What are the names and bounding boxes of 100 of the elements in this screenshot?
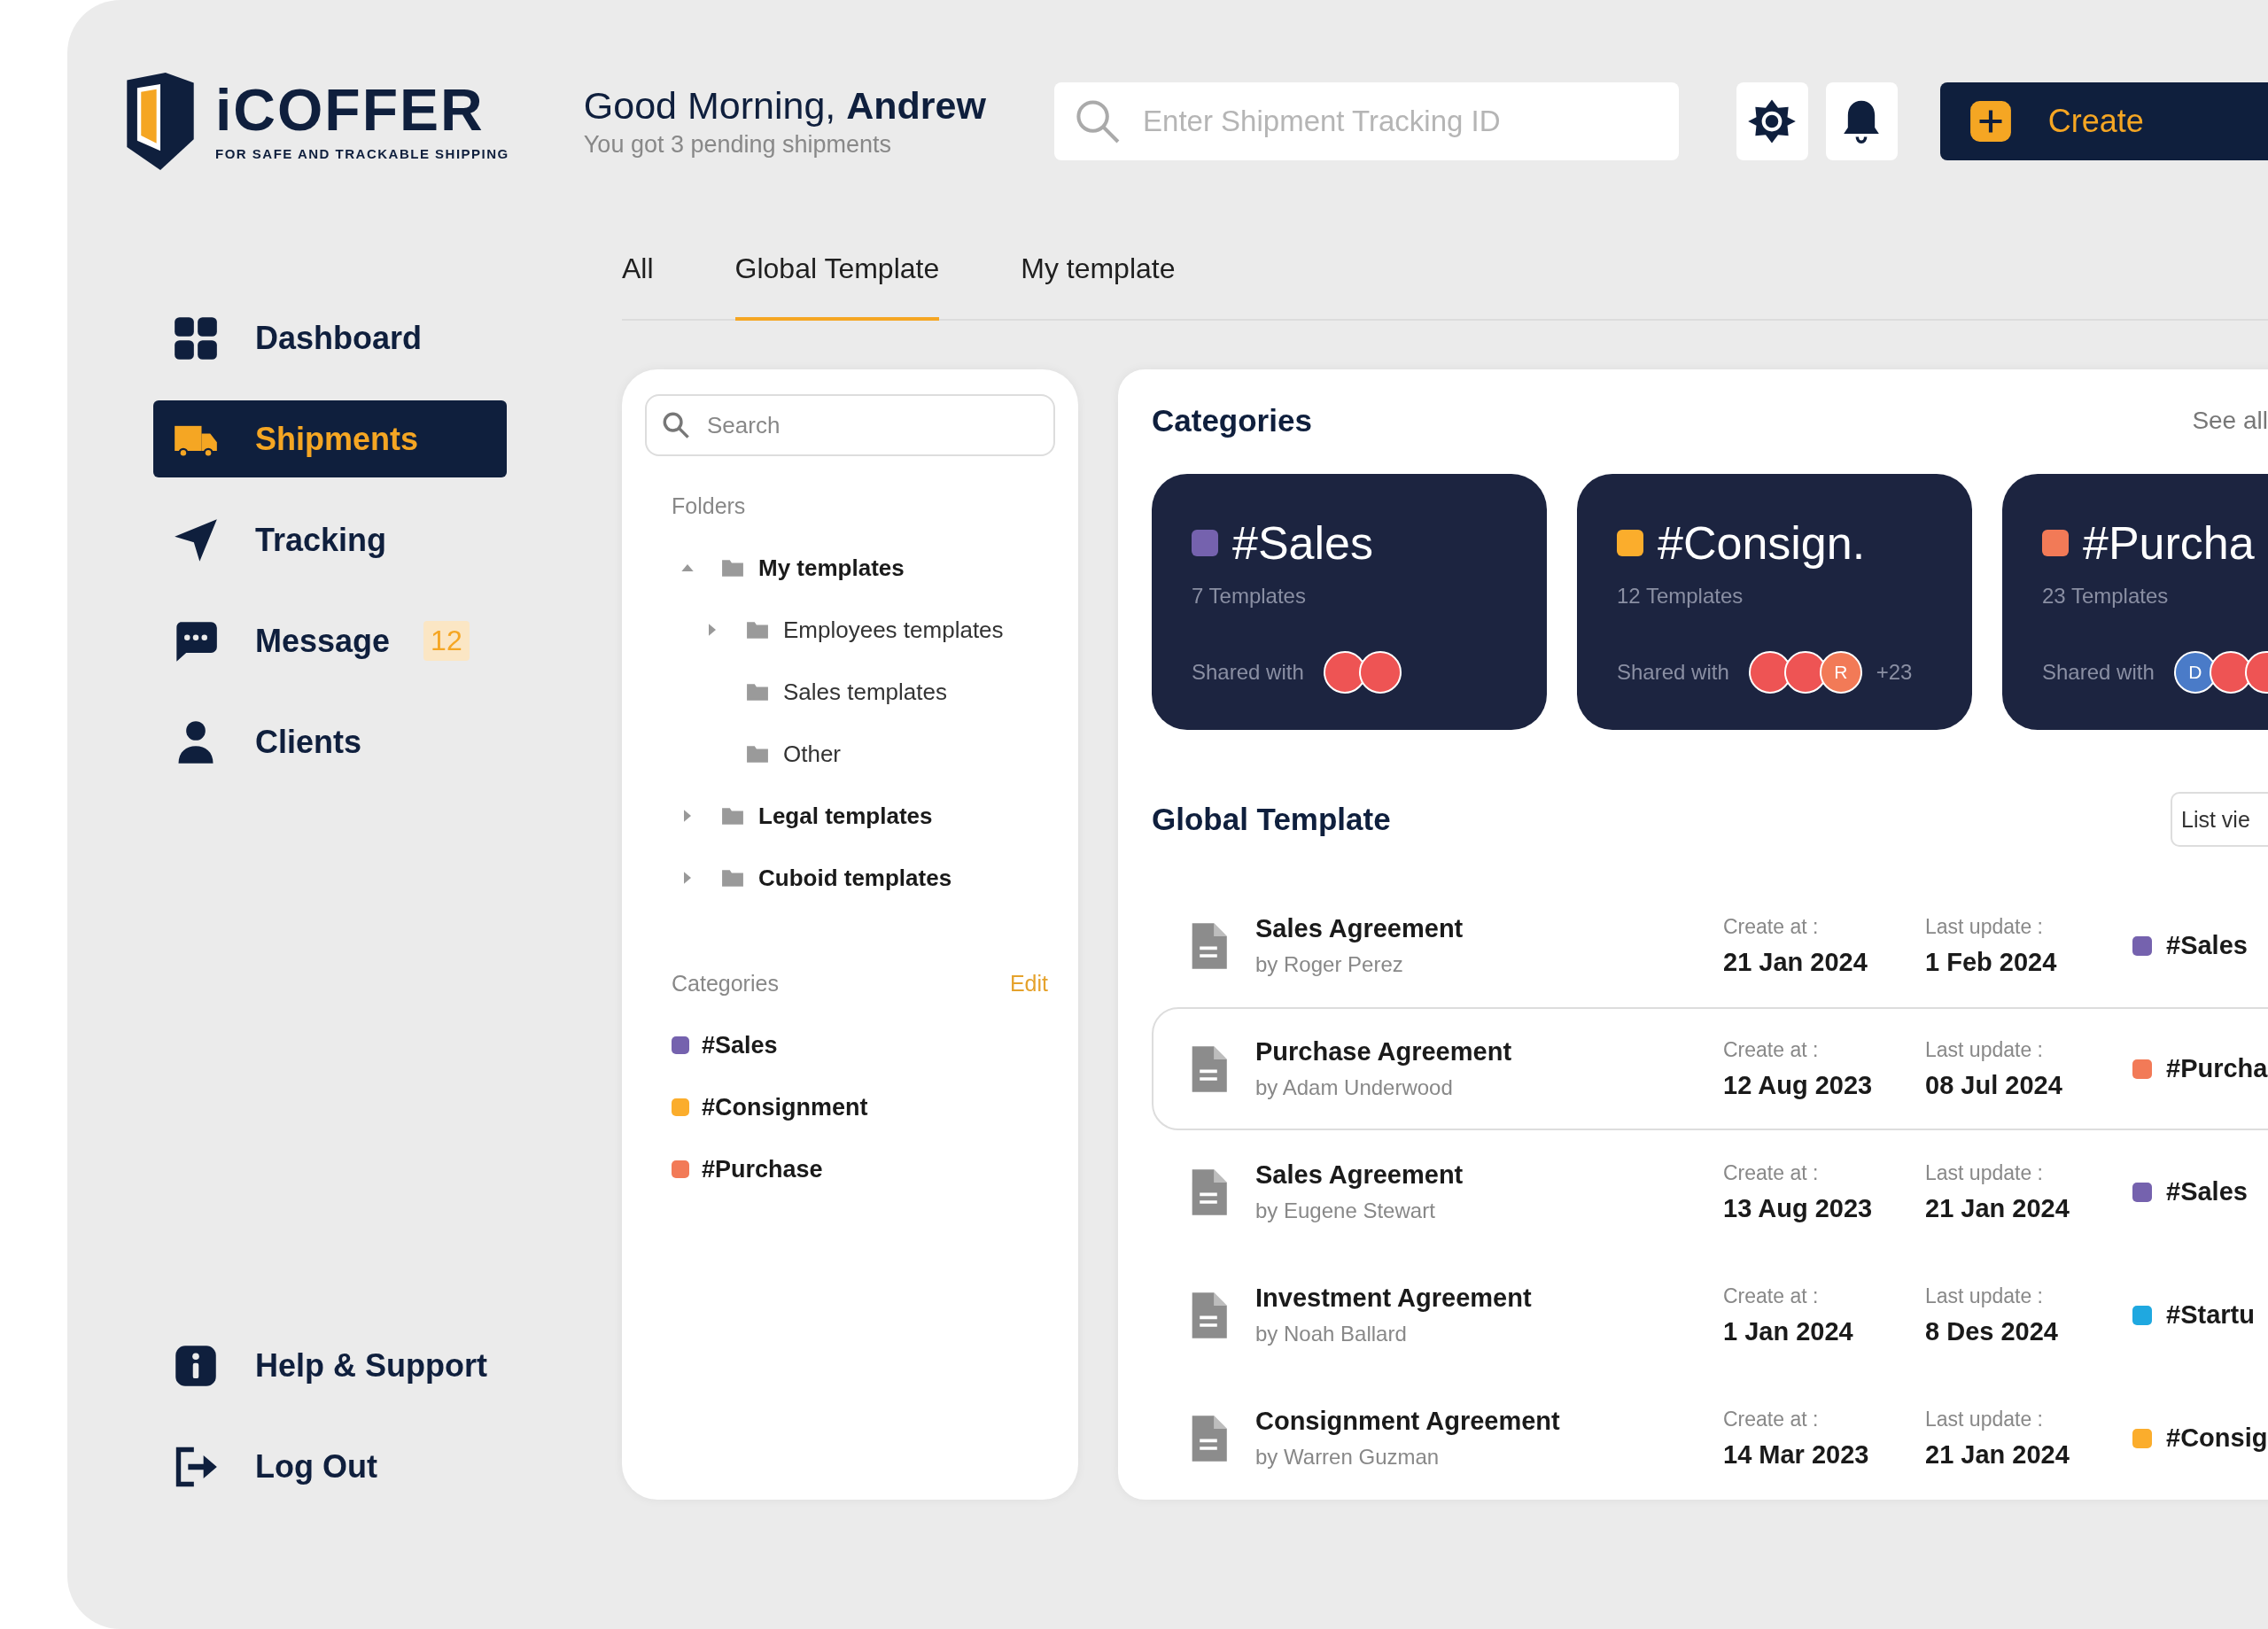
template-row[interactable]: Consignment Agreement by Warren Guzman Create at : 14 Mar 2023 Last update : 21 Jan 2024 #Consig <box>1152 1377 2268 1500</box>
template-row[interactable]: Purchase Agreement by Adam Underwood Create at : 12 Aug 2023 Last update : 08 Jul 2024 #Purcha <box>1152 1007 2268 1130</box>
sidebar-item[interactable]: Help & Support <box>153 1327 507 1404</box>
tag-label: #Purcha <box>2166 1054 2268 1083</box>
section-title: Categories <box>1152 403 1312 438</box>
created-date: 12 Aug 2023 <box>1723 1070 1874 1100</box>
category-card[interactable]: #Purcha 23 Templates Shared with D <box>2002 474 2268 730</box>
template-count: 23 Templates <box>2042 584 2170 609</box>
sidebar-item[interactable]: Clients <box>153 703 507 780</box>
folder-item[interactable]: Sales templates <box>645 661 1055 723</box>
sidebar-item[interactable]: Shipments <box>153 400 507 477</box>
updated-label: Last update : <box>1925 1160 2044 1185</box>
folder-label: Legal templates <box>758 802 933 830</box>
tab[interactable]: All <box>622 252 654 321</box>
template-row[interactable]: Sales Agreement by Eugene Stewart Create at : 13 Aug 2023 Last update : 21 Jan 2024 #Sales <box>1152 1130 2268 1253</box>
message-count-badge: 12 <box>423 621 470 661</box>
see-all-link[interactable]: See all <box>2192 407 2268 435</box>
category-card[interactable]: #Sales 7 Templates Shared with <box>1152 474 1547 730</box>
folder-label: My templates <box>758 554 905 582</box>
extra-count: +23 <box>1876 660 1913 685</box>
created-date: 1 Jan 2024 <box>1723 1316 1854 1346</box>
sidebar-item-label: Log Out <box>255 1447 377 1485</box>
folder-icon <box>746 620 769 640</box>
greeting-title: Good Morning, Andrew <box>583 83 987 128</box>
tag-label: #Sales <box>2166 931 2248 960</box>
folder-item[interactable]: Cuboid templates <box>645 847 1055 909</box>
updated-date: 21 Jan 2024 <box>1925 1193 2070 1223</box>
tab[interactable]: My template <box>1021 252 1176 321</box>
folder-label: Other <box>783 740 842 768</box>
updated-date: 1 Feb 2024 <box>1925 947 2058 977</box>
folder-search-field[interactable]: Search <box>645 394 1055 456</box>
folder-label: Sales templates <box>783 678 947 706</box>
folder-icon <box>746 682 769 702</box>
logo-tagline: FOR SAFE AND TRACKABLE SHIPPING <box>215 146 509 161</box>
search-icon <box>661 410 691 440</box>
sidebar-item[interactable]: Tracking <box>153 501 507 578</box>
category-title: #Consign. <box>1658 516 1866 570</box>
updated-label: Last update : <box>1925 1284 2044 1308</box>
folder-icon <box>721 558 744 578</box>
tag-label: #Consig <box>2166 1423 2268 1453</box>
folder-icon <box>746 744 769 764</box>
tab[interactable]: Global Template <box>734 252 940 321</box>
category-title: #Purcha <box>2083 516 2255 570</box>
tracking-search-field[interactable]: Enter Shipment Tracking ID <box>1054 81 1680 160</box>
created-label: Create at : <box>1723 1037 1820 1062</box>
grid-icon <box>173 314 219 361</box>
categories-heading: Categories <box>672 971 779 997</box>
sidebar-item-label: Dashboard <box>255 319 423 357</box>
folder-icon <box>721 806 744 826</box>
created-date: 13 Aug 2023 <box>1723 1193 1874 1223</box>
sidebar-item[interactable]: Message 12 <box>153 602 507 679</box>
template-count: 12 Templates <box>1617 584 1744 609</box>
template-title: Investment Agreement <box>1255 1284 1533 1313</box>
notification-button[interactable] <box>1825 81 1898 160</box>
template-title: Purchase Agreement <box>1255 1037 1513 1067</box>
template-row[interactable]: Investment Agreement by Noah Ballard Create at : 1 Jan 2024 Last update : 8 Des 2024 #Startu <box>1152 1253 2268 1377</box>
greeting-subtitle: You got 3 pending shipments <box>583 130 893 159</box>
shared-label: Shared with <box>1617 660 1729 685</box>
tag-label: #Startu <box>2166 1300 2255 1330</box>
sidebar-item-label: Shipments <box>255 420 419 458</box>
view-toggle-button[interactable]: List vie <box>2171 792 2268 847</box>
category-item[interactable]: #Purchase <box>645 1138 1055 1200</box>
category-label: #Sales <box>702 1031 778 1059</box>
folder-item[interactable]: Other <box>645 723 1055 785</box>
folder-item[interactable]: Legal templates <box>645 785 1055 847</box>
folder-label: Employees templates <box>783 616 1004 644</box>
category-title: #Sales <box>1232 516 1373 570</box>
sidebar-item-label: Help & Support <box>255 1346 487 1385</box>
template-row[interactable]: Sales Agreement by Roger Perez Create at : 21 Jan 2024 Last update : 1 Feb 2024 #Sales <box>1152 884 2268 1007</box>
folder-item[interactable]: My templates <box>645 537 1055 599</box>
logo-wordmark: iCOFFER <box>215 81 485 139</box>
template-count: 7 Templates <box>1192 584 1307 609</box>
created-label: Create at : <box>1723 914 1820 939</box>
section-title: Global Template <box>1152 802 1391 837</box>
sidebar-item[interactable]: Log Out <box>153 1428 507 1505</box>
sidebar-item-label: Clients <box>255 723 362 761</box>
template-title: Consignment Agreement <box>1255 1407 1561 1436</box>
updated-date: 8 Des 2024 <box>1925 1316 2059 1346</box>
template-title: Sales Agreement <box>1255 1160 1464 1190</box>
updated-label: Last update : <box>1925 1037 2044 1062</box>
avatar: R <box>1819 651 1862 694</box>
template-author: by Eugene Stewart <box>1255 1198 1436 1223</box>
category-label: #Purchase <box>702 1155 823 1183</box>
template-title: Sales Agreement <box>1255 914 1464 943</box>
sidebar-item[interactable]: Dashboard <box>153 299 507 376</box>
category-item[interactable]: #Consignment <box>645 1076 1055 1138</box>
template-author: by Roger Perez <box>1255 952 1404 977</box>
create-button[interactable]: Create <box>1939 81 2268 160</box>
category-card[interactable]: #Consign. 12 Templates Shared with R +23 <box>1577 474 1972 730</box>
sidebar-item-label: Tracking <box>255 521 387 559</box>
folder-icon <box>721 868 744 888</box>
updated-label: Last update : <box>1925 914 2044 939</box>
updated-date: 08 Jul 2024 <box>1925 1070 2063 1100</box>
folder-item[interactable]: Employees templates <box>645 599 1055 661</box>
category-item[interactable]: #Sales <box>645 1014 1055 1076</box>
template-author: by Noah Ballard <box>1255 1322 1408 1346</box>
created-date: 14 Mar 2023 <box>1723 1439 1870 1470</box>
shared-label: Shared with <box>1192 660 1304 685</box>
template-author: by Warren Guzman <box>1255 1445 1441 1470</box>
settings-button[interactable] <box>1736 81 1808 160</box>
